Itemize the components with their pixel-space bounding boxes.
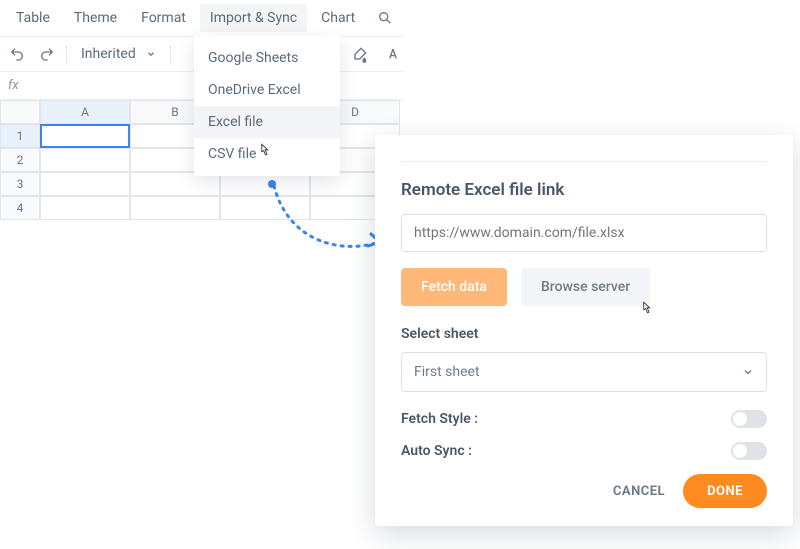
menu-chart[interactable]: Chart xyxy=(311,4,365,32)
auto-sync-label: Auto Sync : xyxy=(401,443,472,459)
menu-theme[interactable]: Theme xyxy=(64,4,127,32)
cursor-pointer-icon xyxy=(637,300,655,318)
toolbar-right xyxy=(350,44,404,66)
row-header-3[interactable]: 3 xyxy=(0,172,40,196)
menu-import-sync[interactable]: Import & Sync xyxy=(200,4,307,32)
fetch-style-label: Fetch Style : xyxy=(401,411,478,427)
fetch-style-toggle[interactable] xyxy=(731,410,767,428)
menu-format[interactable]: Format xyxy=(131,4,196,32)
col-header-a[interactable]: A xyxy=(40,100,130,124)
row-header-1[interactable]: 1 xyxy=(0,124,40,148)
dropdown-google-sheets[interactable]: Google Sheets xyxy=(194,42,340,74)
menu-table[interactable]: Table xyxy=(6,4,60,32)
browse-server-button[interactable]: Browse server xyxy=(521,268,650,306)
sheet-select-value: First sheet xyxy=(414,364,480,380)
formula-label: fx xyxy=(8,78,19,93)
separator xyxy=(66,45,67,63)
cancel-button[interactable]: CANCEL xyxy=(613,484,665,499)
dropdown-excel-file[interactable]: Excel file xyxy=(194,106,340,138)
chevron-down-icon xyxy=(742,366,754,378)
cell-a2[interactable] xyxy=(40,148,130,172)
dropdown-onedrive-excel[interactable]: OneDrive Excel xyxy=(194,74,340,106)
cursor-pointer-icon xyxy=(255,142,273,160)
menubar: Table Theme Format Import & Sync Chart xyxy=(0,0,405,36)
cell-b4[interactable] xyxy=(130,196,220,220)
auto-sync-toggle[interactable] xyxy=(731,442,767,460)
separator xyxy=(170,45,171,63)
cell-a1[interactable] xyxy=(40,124,130,148)
chevron-down-icon xyxy=(146,49,156,59)
url-input[interactable] xyxy=(401,214,767,252)
dialog-title: Remote Excel file link xyxy=(401,180,767,200)
remote-excel-dialog: Remote Excel file link Fetch data Browse… xyxy=(375,135,793,526)
cell-a3[interactable] xyxy=(40,172,130,196)
search-icon[interactable] xyxy=(371,6,399,30)
select-sheet-label: Select sheet xyxy=(401,326,767,342)
sheet-select[interactable]: First sheet xyxy=(401,352,767,392)
row-header-4[interactable]: 4 xyxy=(0,196,40,220)
font-family-value: Inherited xyxy=(81,46,136,62)
cell-c4[interactable] xyxy=(220,196,310,220)
text-color-icon[interactable] xyxy=(382,44,404,66)
redo-icon[interactable] xyxy=(36,43,58,65)
fill-color-icon[interactable] xyxy=(350,44,372,66)
font-family-select[interactable]: Inherited xyxy=(75,43,162,65)
done-button[interactable]: DONE xyxy=(683,474,767,508)
cell-a4[interactable] xyxy=(40,196,130,220)
undo-icon[interactable] xyxy=(6,43,28,65)
row-header-2[interactable]: 2 xyxy=(0,148,40,172)
grid-corner[interactable] xyxy=(0,100,40,124)
divider xyxy=(401,161,767,162)
fetch-data-button[interactable]: Fetch data xyxy=(401,268,507,306)
